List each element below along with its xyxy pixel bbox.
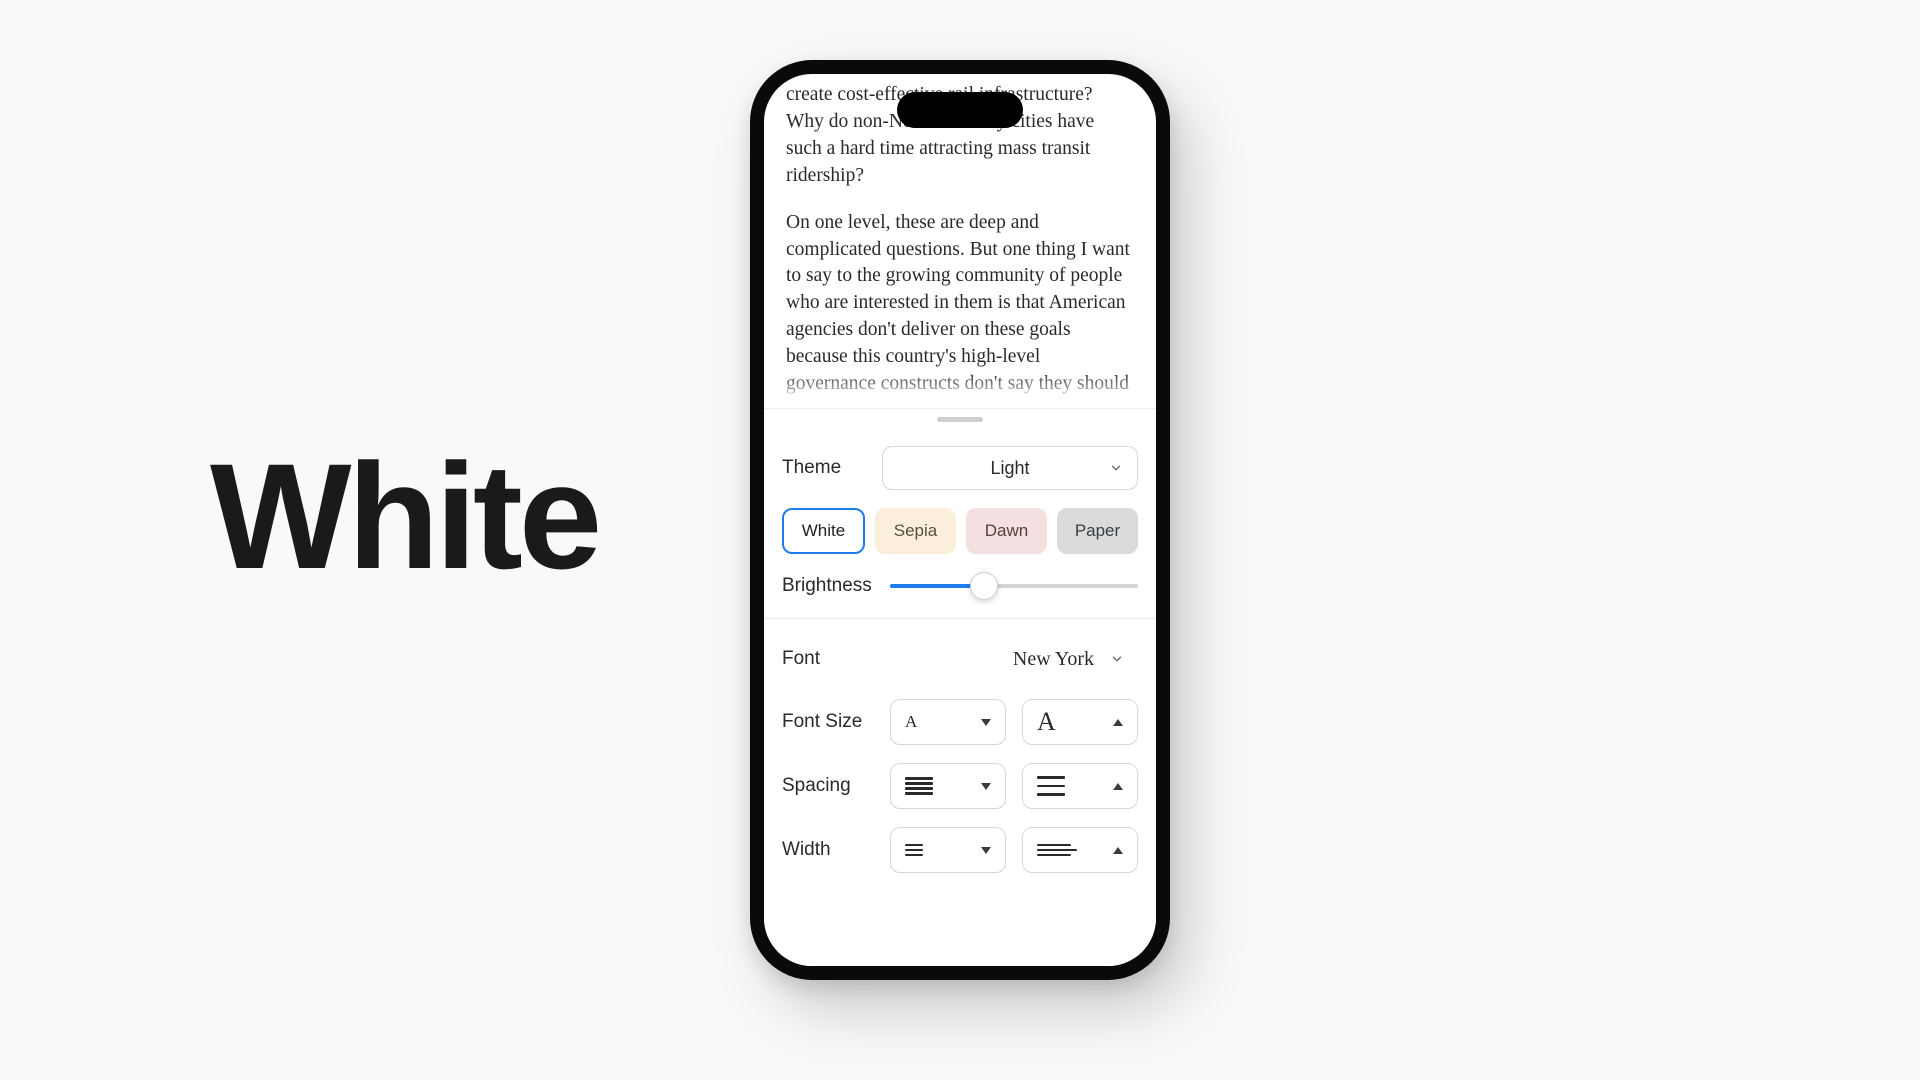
triangle-down-icon	[981, 783, 991, 790]
triangle-up-icon	[1113, 847, 1123, 854]
spacing-loose-icon	[1037, 776, 1065, 796]
triangle-up-icon	[1113, 783, 1123, 790]
theme-dropdown[interactable]: Light	[882, 446, 1138, 490]
theme-paper-button[interactable]: Paper	[1057, 508, 1138, 554]
width-decrease-button[interactable]	[890, 827, 1006, 873]
font-size-increase-button[interactable]: A	[1022, 699, 1138, 745]
spacing-tight-icon	[905, 777, 933, 795]
brightness-label: Brightness	[782, 575, 882, 597]
width-label: Width	[782, 839, 882, 861]
theme-dawn-button[interactable]: Dawn	[966, 508, 1047, 554]
phone-frame: create cost-effective rail infrastructur…	[750, 60, 1170, 980]
width-narrow-icon	[905, 844, 923, 857]
brightness-slider[interactable]	[890, 572, 1138, 600]
section-divider	[764, 618, 1156, 619]
page-title: White	[210, 430, 598, 603]
font-label: Font	[782, 648, 882, 670]
theme-sepia-button[interactable]: Sepia	[875, 508, 956, 554]
triangle-down-icon	[981, 847, 991, 854]
spacing-label: Spacing	[782, 775, 882, 797]
theme-swatches: White Sepia Dawn Paper	[782, 508, 1138, 554]
triangle-down-icon	[981, 719, 991, 726]
chevron-down-icon	[1110, 652, 1124, 666]
font-size-decrease-button[interactable]: A	[890, 699, 1006, 745]
theme-label: Theme	[782, 457, 882, 479]
spacing-decrease-button[interactable]	[890, 763, 1006, 809]
font-value: New York	[1013, 648, 1094, 671]
article-paragraph: On one level, these are deep and complic…	[786, 210, 1134, 408]
phone-screen: create cost-effective rail infrastructur…	[764, 74, 1156, 966]
triangle-up-icon	[1113, 719, 1123, 726]
slider-thumb[interactable]	[970, 572, 998, 600]
font-dropdown[interactable]: New York	[882, 637, 1138, 681]
font-size-label: Font Size	[782, 711, 882, 733]
width-increase-button[interactable]	[1022, 827, 1138, 873]
dynamic-island	[897, 92, 1023, 128]
chevron-down-icon	[1109, 461, 1123, 475]
sheet-grabber[interactable]	[937, 417, 983, 422]
spacing-increase-button[interactable]	[1022, 763, 1138, 809]
theme-value: Light	[990, 458, 1029, 479]
settings-sheet: Theme Light White Sepia Dawn Paper Br	[764, 408, 1156, 966]
width-wide-icon	[1037, 844, 1077, 857]
theme-white-button[interactable]: White	[782, 508, 865, 554]
font-small-icon: A	[905, 712, 917, 732]
font-large-icon: A	[1037, 707, 1056, 737]
